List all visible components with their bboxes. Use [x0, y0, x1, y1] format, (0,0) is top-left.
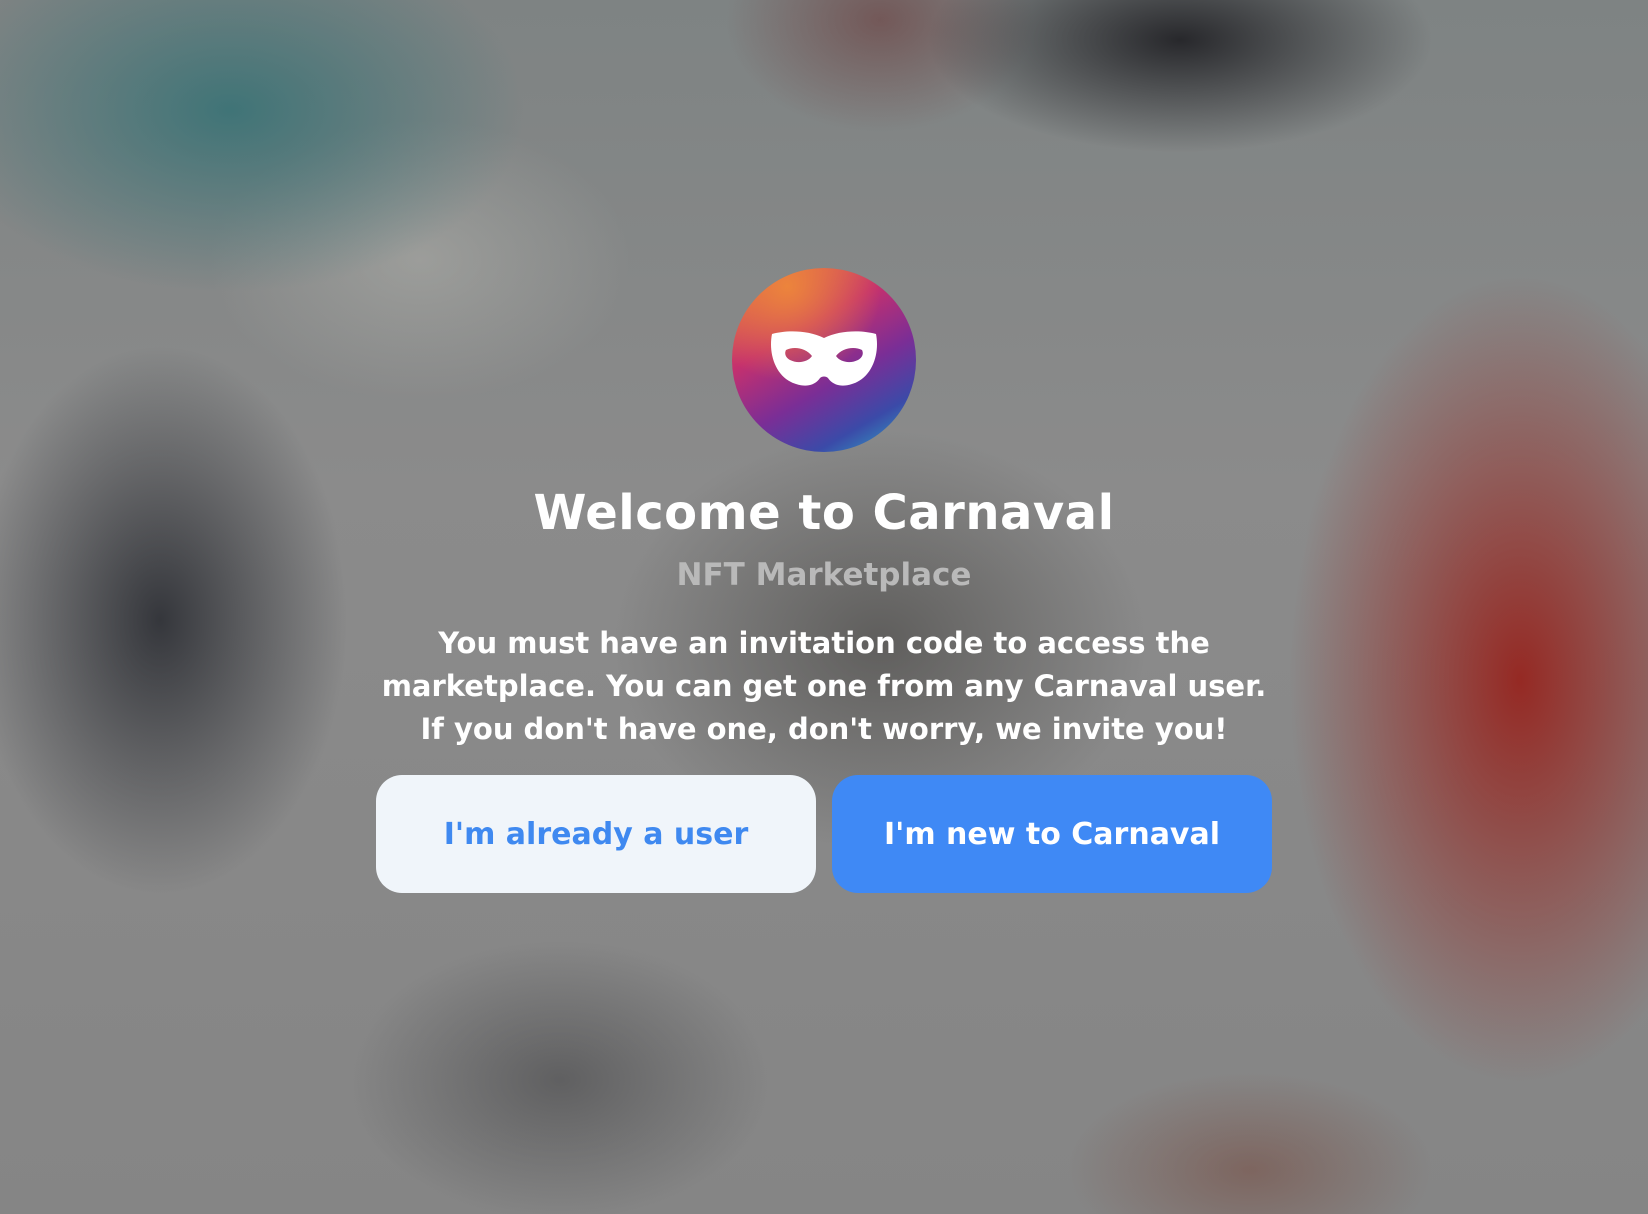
new-user-button[interactable]: I'm new to Carnaval	[832, 775, 1272, 893]
existing-user-button[interactable]: I'm already a user	[376, 775, 816, 893]
welcome-panel: Welcome to Carnaval NFT Marketplace You …	[0, 268, 1648, 893]
action-buttons: I'm already a user I'm new to Carnaval	[376, 775, 1272, 893]
invitation-description: You must have an invitation code to acce…	[381, 626, 1267, 746]
page-subtitle: NFT Marketplace	[676, 557, 972, 593]
carnival-mask-icon	[771, 331, 877, 386]
brand-logo	[732, 268, 916, 452]
page-title: Welcome to Carnaval	[533, 485, 1115, 541]
